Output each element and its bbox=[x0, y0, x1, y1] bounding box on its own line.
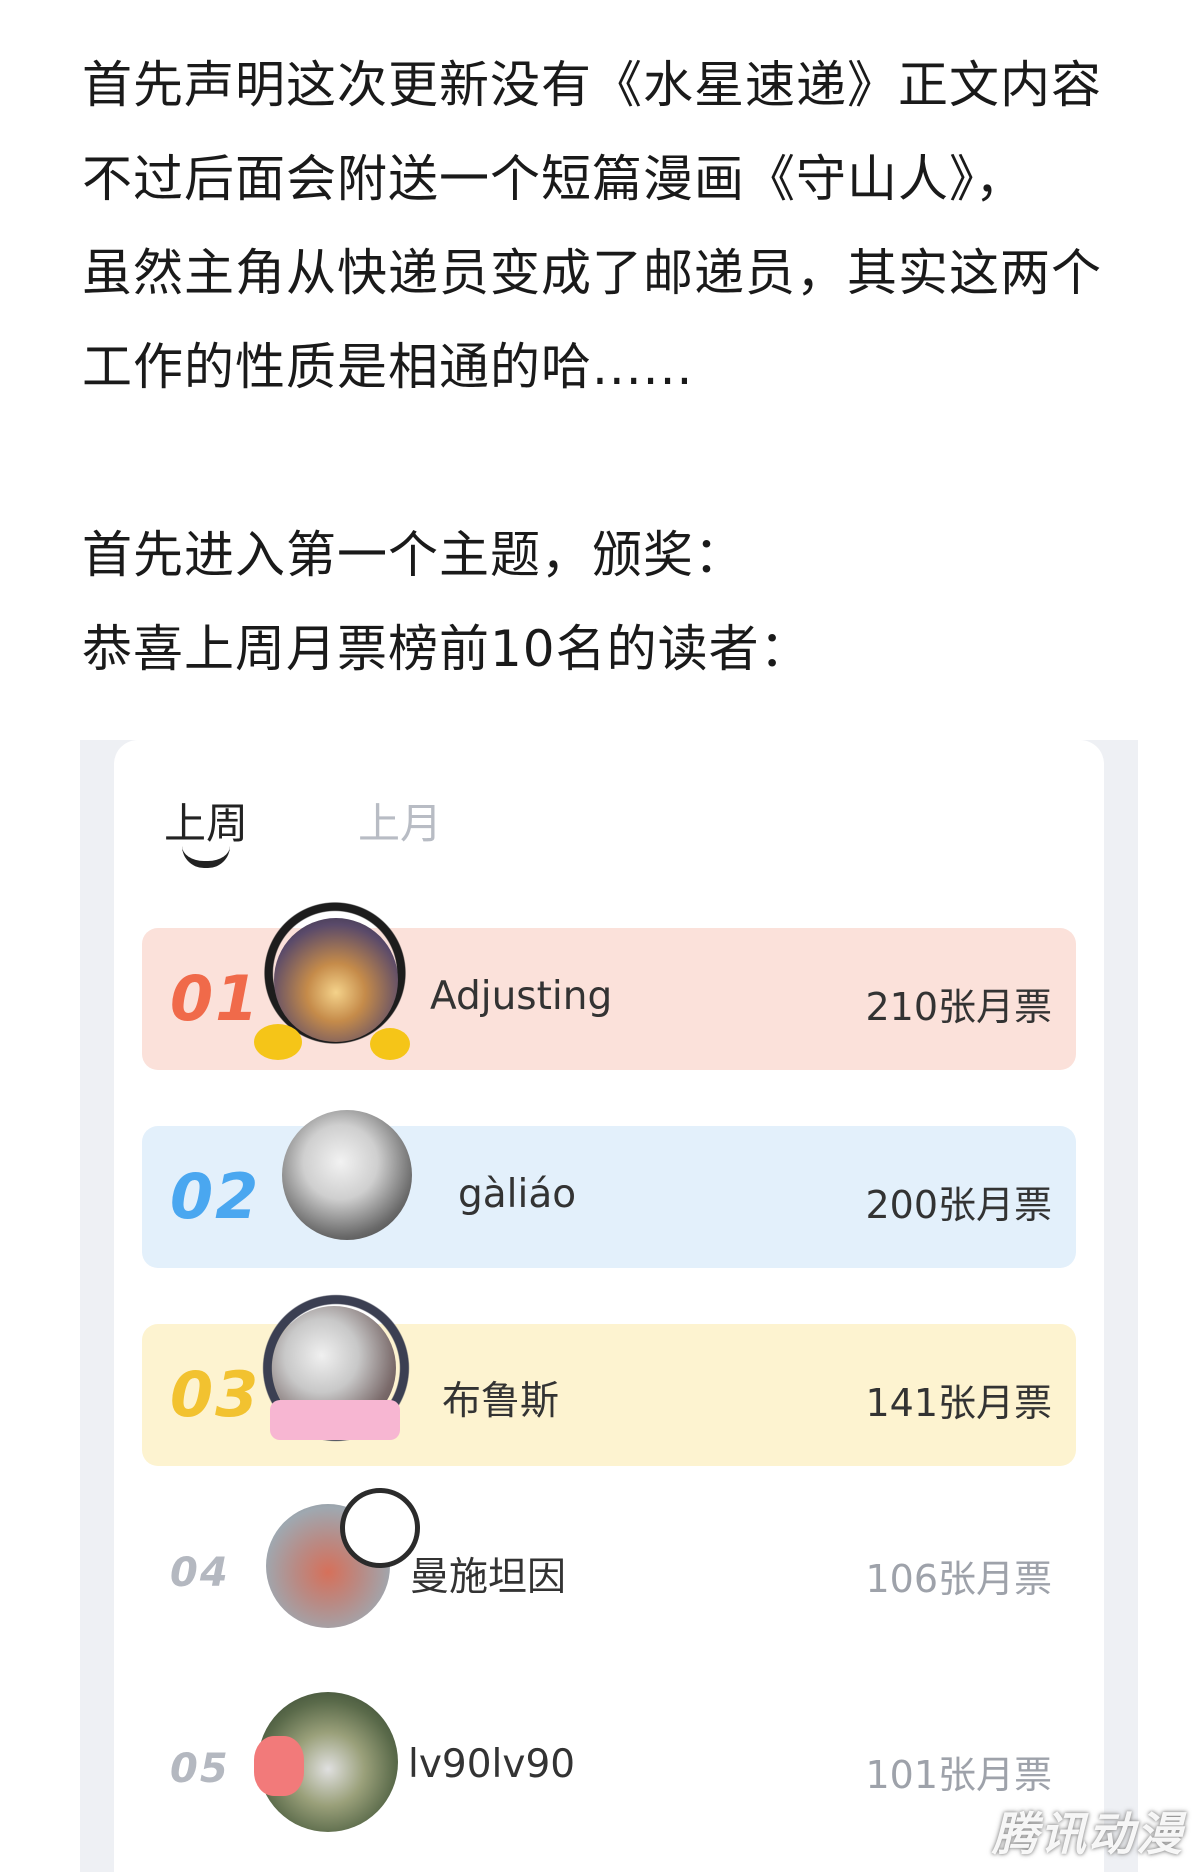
ranking-tabs: 上周 上月 bbox=[164, 790, 442, 868]
vote-count: 101张月票 bbox=[865, 1753, 1052, 1797]
graduation-cap-icon bbox=[340, 1488, 420, 1568]
article-line: 不过后面会附送一个短篇漫画《守山人》， bbox=[82, 150, 1026, 208]
ranking-row-5[interactable]: 05 lv90lv90 101张月票 bbox=[142, 1692, 1076, 1838]
article-line: 首先进入第一个主题，颁奖： bbox=[82, 526, 745, 584]
coin-icon bbox=[370, 1028, 410, 1060]
coin-icon bbox=[254, 1024, 302, 1060]
rank-number: 03 bbox=[170, 1358, 261, 1431]
vote-count: 106张月票 bbox=[865, 1557, 1052, 1601]
article-line: 恭喜上周月票榜前10名的读者： bbox=[82, 620, 811, 678]
ranking-row-3[interactable]: 03 布鲁斯 141张月票 bbox=[142, 1288, 1076, 1466]
article-line: 首先声明这次更新没有《水星速递》正文内容 bbox=[82, 56, 1102, 114]
tab-label: 上月 bbox=[358, 799, 443, 848]
rank-number: 01 bbox=[170, 962, 261, 1035]
article-line: 工作的性质是相通的哈...... bbox=[82, 338, 694, 396]
avatar[interactable] bbox=[282, 1110, 412, 1240]
reader-name: Adjusting bbox=[430, 974, 613, 1019]
avatar[interactable] bbox=[274, 918, 398, 1042]
reader-name: 布鲁斯 bbox=[442, 1379, 560, 1424]
ranking-screenshot: 上周 上月 01 Adjusting 210张月票 02 gàliáo 200张… bbox=[80, 740, 1138, 1872]
ranking-row-1[interactable]: 01 Adjusting 210张月票 bbox=[142, 898, 1076, 1070]
active-tab-indicator bbox=[182, 846, 230, 868]
vote-count: 200张月票 bbox=[865, 1183, 1052, 1227]
ranking-row-4[interactable]: 04 曼施坦因 106张月票 bbox=[142, 1488, 1076, 1642]
rank-number: 02 bbox=[170, 1160, 261, 1233]
vote-count: 141张月票 bbox=[865, 1381, 1052, 1425]
tab-last-month[interactable]: 上月 bbox=[358, 790, 442, 851]
watermark-logo: 腾讯动漫 bbox=[992, 1807, 1184, 1861]
ranking-card: 上周 上月 01 Adjusting 210张月票 02 gàliáo 200张… bbox=[114, 740, 1104, 1872]
ranking-row-2[interactable]: 02 gàliáo 200张月票 bbox=[142, 1110, 1076, 1268]
tab-last-week[interactable]: 上周 bbox=[164, 790, 249, 868]
tab-label: 上周 bbox=[164, 799, 249, 848]
article-text: 首先声明这次更新没有《水星速递》正文内容 不过后面会附送一个短篇漫画《守山人》，… bbox=[82, 38, 1172, 696]
article-line: 虽然主角从快递员变成了邮递员，其实这两个 bbox=[82, 244, 1102, 302]
rank-number: 04 bbox=[170, 1550, 230, 1596]
pink-ribbon-icon bbox=[270, 1400, 400, 1440]
reader-name: 曼施坦因 bbox=[410, 1555, 567, 1600]
reader-name: gàliáo bbox=[458, 1172, 577, 1217]
pixel-character-icon bbox=[254, 1736, 304, 1796]
rank-number: 05 bbox=[170, 1746, 230, 1792]
reader-name: lv90lv90 bbox=[408, 1742, 576, 1787]
vote-count: 210张月票 bbox=[865, 985, 1052, 1029]
